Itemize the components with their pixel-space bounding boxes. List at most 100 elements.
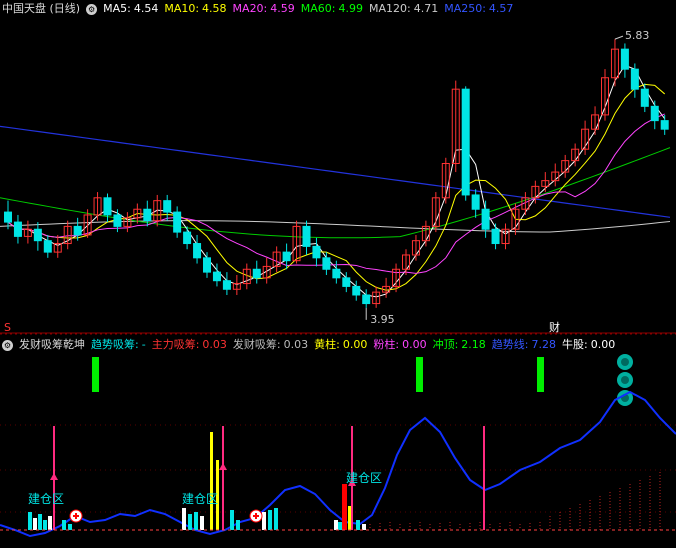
ind-value-3: 0.00 [342,338,368,351]
yellow-bar-0 [210,432,213,530]
candle-body [73,225,82,236]
ind-label-3: 黄柱: [314,338,340,351]
ind-value-4: 0.00 [402,338,427,351]
histogram-bar-8 [188,514,192,530]
ind-label-2: 发财吸筹: [232,338,281,351]
histogram-bar-16 [334,520,338,530]
gear-icon[interactable]: ⚙ [86,3,98,15]
candle-body [13,221,22,237]
ma-value-3: 4.99 [338,2,363,15]
candle-body [630,68,639,90]
ma-legend: MA5: 4.54 MA10: 4.58 MA20: 4.59 MA60: 4.99 MA120… [103,0,519,18]
ind-label-0: 趋势吸筹: [91,338,139,351]
ind-value-1: 0.03 [202,338,227,351]
ma-label-0: MA5: [103,2,131,15]
ma-label-4: MA120: [368,2,411,15]
ind-value-6: 7.28 [531,338,557,351]
candle-body [33,228,42,242]
signal-bar-0 [92,357,99,392]
indicator-legend: 趋势吸筹: - 主力吸筹: 0.03 发财吸筹: 0.03 黄柱: 0.00 粉柱: 0.00 冲顶… [91,336,621,354]
signal-circle-inner-0 [621,358,629,366]
up-arrow-0 [50,473,58,480]
stock-chart-window: 5.83 3.95 S 财建仓区 建仓区 建仓区 中国天盘 (日线) ⚙ MA5: 4.54… [0,0,676,548]
candle-body [113,214,122,227]
red-bar [342,484,347,530]
candle-body [43,240,52,253]
up-arrow-1 [219,463,227,470]
candle-body [322,257,331,270]
signal-bar-1 [416,357,423,392]
ma-value-5: 4.57 [488,2,514,15]
candle-body [302,225,311,247]
candle-body [282,251,291,262]
low-label: 3.95 [370,313,395,326]
candle-body [471,194,480,210]
zone-label-0: 建仓区 [28,492,64,506]
candle-body [660,120,669,130]
ma10-line [7,83,666,291]
histogram-bar-1 [33,518,37,530]
ma20-line [7,113,665,274]
ma-label-1: MA10: [164,2,200,15]
price-header: 中国天盘 (日线) ⚙ MA5: 4.54 MA10: 4.58 MA20: 4.59 MA… [2,0,525,18]
candle-body [222,280,231,290]
histogram-bar-0 [28,512,32,530]
zone-label-1: 建仓区 [182,492,218,506]
histogram-bar-18 [356,520,360,530]
candle-body [352,285,361,296]
candle-body [193,243,202,259]
histogram-bar-10 [200,516,204,530]
histogram-bar-11 [230,510,234,530]
gear-icon[interactable]: ⚙ [2,339,13,351]
histogram-bar-15 [274,508,278,530]
histogram-bar-9 [194,512,198,530]
yellow-small-bar [348,506,351,530]
histogram-bar-2 [38,514,42,530]
histogram-bar-7 [182,508,186,530]
ind-label-5: 冲顶: [432,338,459,351]
symbol-title[interactable]: 中国天盘 (日线) [2,0,80,18]
candle-body [4,211,12,223]
candle-body [620,48,629,70]
histogram-bar-3 [43,520,47,530]
candle-body [163,200,172,213]
ma250-line [0,125,671,218]
candle-body [461,88,470,196]
ind-label-6: 趋势线: [491,338,529,351]
high-pointer [614,35,624,40]
zone-label-2: 建仓区 [346,471,382,485]
ma-value-2: 4.59 [270,2,295,15]
ma-value-4: 4.71 [413,2,439,15]
candle-body [362,294,371,305]
ind-value-0: - [141,338,146,351]
indicator-header: ⚙ 发财吸筹乾坤 趋势吸筹: - 主力吸筹: 0.03 发财吸筹: 0.03 黄柱: 0.00… [2,336,627,354]
candle-body [212,271,221,282]
signal-bar-2 [537,357,544,392]
ind-value-7: 0.00 [590,338,616,351]
candle-body [650,105,659,122]
histogram-bar-13 [262,512,266,530]
ma-label-5: MA250: [444,2,486,15]
candle-body [252,268,261,279]
high-label: 5.83 [625,29,650,42]
ma-value-1: 4.58 [202,2,227,15]
ind-label-7: 牛股: [562,338,588,351]
ind-label-4: 粉柱: [373,338,400,351]
candle-body [640,88,649,107]
candle-body [491,228,500,245]
chart-canvas[interactable]: 5.833.95S 财建仓区 建仓区建仓区 [0,0,676,548]
histogram-bar-19 [362,524,366,530]
histogram-bar-17 [338,522,342,530]
s-marker: S [4,321,11,334]
cai-marker: 财 [549,320,560,334]
candle-body [183,231,192,245]
candle-body [143,208,152,222]
ind-value-5: 2.18 [461,338,486,351]
candle-body [332,268,341,279]
ma-label-3: MA60: [300,2,336,15]
histogram-bar-14 [268,510,272,530]
ma-label-2: MA20: [232,2,268,15]
ind-value-2: 0.03 [283,338,309,351]
candle-body [173,211,182,233]
indicator-name[interactable]: 发财吸筹乾坤 [19,336,85,354]
